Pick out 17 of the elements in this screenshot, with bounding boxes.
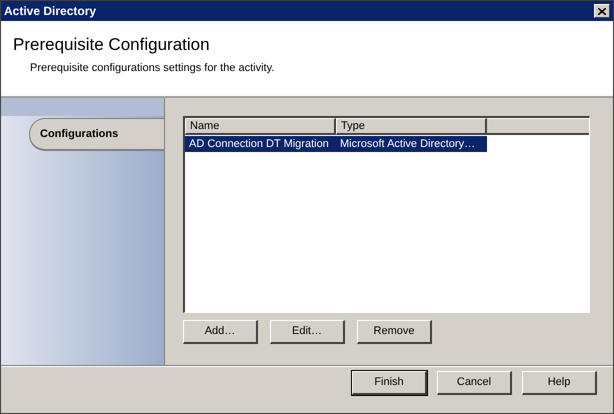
- close-icon: [598, 8, 606, 14]
- dialog-button[interactable]: Cancel: [437, 371, 512, 395]
- window-title: Active Directory: [4, 3, 96, 20]
- dialog-button[interactable]: Add…: [183, 320, 258, 344]
- sidebar-tab[interactable]: Configurations: [29, 118, 164, 151]
- list-row[interactable]: AD Connection DT Migration Microsoft Active Directory…: [185, 136, 487, 152]
- dialog-button[interactable]: Finish: [352, 371, 427, 395]
- dialog-button[interactable]: Edit…: [270, 320, 345, 344]
- close-button[interactable]: [594, 4, 610, 18]
- dialog-button[interactable]: Remove: [357, 320, 432, 344]
- page-title: Prerequisite Configuration: [13, 35, 211, 55]
- row-cell-text: AD Connection DT Migration: [188, 137, 330, 152]
- column-header[interactable]: Type: [336, 118, 487, 135]
- dialog-button[interactable]: Help: [522, 371, 597, 395]
- column-header[interactable]: Name: [185, 118, 336, 135]
- row-cell-text: Microsoft Active Directory…: [339, 137, 476, 152]
- page-subtitle: Prerequisite configurations settings for the activity.: [30, 61, 276, 76]
